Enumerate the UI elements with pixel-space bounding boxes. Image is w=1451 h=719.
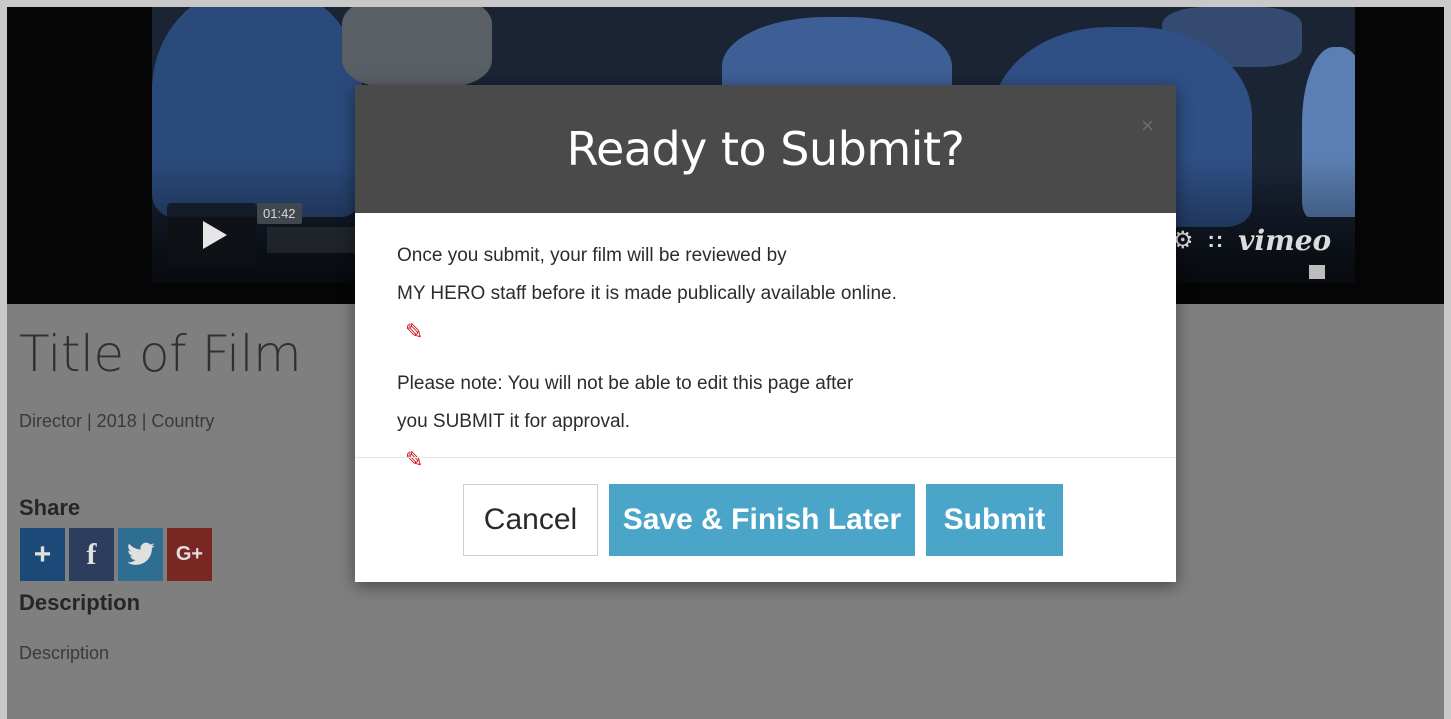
modal-actions: Cancel Save & Finish Later Submit xyxy=(463,484,1063,556)
edit-notice-line-2: you SUBMIT it for approval. ✎ xyxy=(397,403,1137,479)
close-icon[interactable]: × xyxy=(1141,113,1154,139)
edit-notice-line-2-text: you SUBMIT it for approval. xyxy=(397,411,631,432)
review-notice-line-2: MY HERO staff before it is made publical… xyxy=(397,275,1137,351)
page: 01:42 ⚙ :: vimeo Title of Film Director … xyxy=(7,7,1444,719)
save-finish-later-button[interactable]: Save & Finish Later xyxy=(609,484,915,556)
submit-button[interactable]: Submit xyxy=(926,484,1063,556)
edit-notice: Please note: You will not be able to edi… xyxy=(397,365,1137,479)
cancel-button[interactable]: Cancel xyxy=(463,484,598,556)
modal-header: Ready to Submit? × xyxy=(355,85,1176,213)
modal-body: Once you submit, your film will be revie… xyxy=(397,237,1137,493)
review-notice-line-1: Once you submit, your film will be revie… xyxy=(397,245,787,266)
review-notice: Once you submit, your film will be revie… xyxy=(397,237,1137,351)
pencil-icon: ✎ xyxy=(405,447,424,472)
edit-notice-line-1: Please note: You will not be able to edi… xyxy=(397,373,854,394)
modal-divider xyxy=(355,457,1176,458)
screenshot-frame: 01:42 ⚙ :: vimeo Title of Film Director … xyxy=(0,0,1451,719)
modal-title: Ready to Submit? xyxy=(566,122,965,176)
pencil-icon: ✎ xyxy=(405,319,424,344)
submit-modal: Ready to Submit? × Once you submit, your… xyxy=(355,85,1176,582)
review-notice-line-2-text: MY HERO staff before it is made publical… xyxy=(397,283,897,304)
